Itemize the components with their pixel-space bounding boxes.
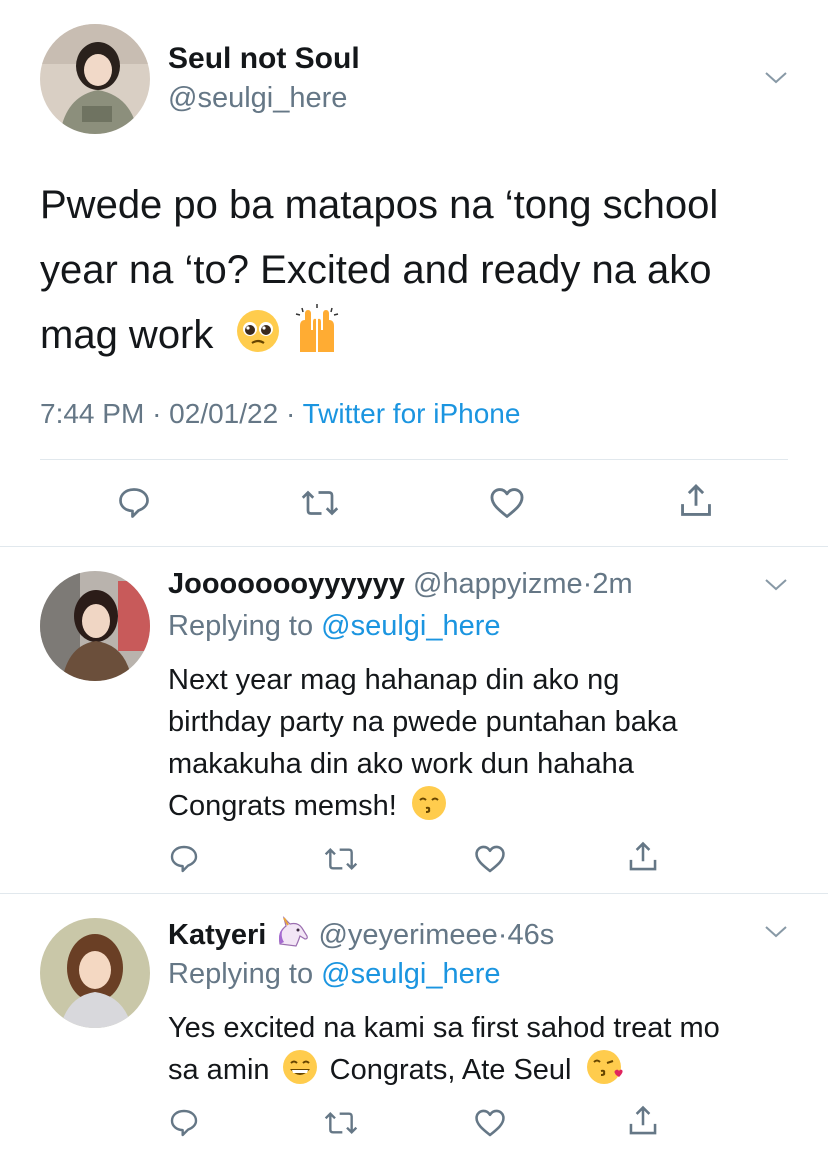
retweet-icon[interactable] [323, 843, 359, 875]
reply-age[interactable]: 2m [592, 568, 632, 600]
divider [40, 459, 788, 460]
like-heart-icon[interactable] [488, 484, 526, 522]
tweet-text-line: year na ‘to? Excited and ready na ako [40, 248, 712, 292]
reply-author-name[interactable]: Katyeri [168, 919, 266, 951]
pleading-face-emoji [235, 308, 281, 374]
replying-to-handle[interactable]: @seulgi_here [321, 958, 500, 990]
replying-to: Replying to @seulgi_here [168, 958, 501, 991]
tweet-text-line: mag work [40, 303, 810, 374]
unicorn-emoji [274, 916, 310, 956]
reply-text-line: Yes excited na kami sa first sahod treat… [168, 1012, 720, 1044]
avatar-yeyerimeee[interactable] [40, 918, 150, 1028]
author-handle[interactable]: @seulgi_here [168, 82, 347, 115]
like-heart-icon[interactable] [473, 1106, 507, 1140]
tweet-source-link[interactable]: Twitter for iPhone [303, 398, 521, 429]
divider [0, 893, 828, 894]
raising-hands-emoji [292, 304, 342, 374]
grinning-face-emoji [282, 1049, 318, 1097]
meta-separator: · [152, 398, 162, 429]
reply-icon[interactable] [168, 843, 200, 875]
reply-text: Next year mag hahanap din ako ng birthda… [168, 659, 808, 833]
chevron-down-icon[interactable] [764, 920, 788, 944]
reply-author-handle[interactable]: @happyizme [413, 568, 583, 600]
tweet-time[interactable]: 7:44 PM [40, 398, 144, 429]
reply-text-line: Next year mag hahanap din ako ng [168, 664, 620, 696]
avatar-seulgi[interactable] [40, 24, 150, 134]
replying-to-handle[interactable]: @seulgi_here [321, 610, 500, 642]
tweet-text-line: Pwede po ba matapos na ‘tong school [40, 183, 719, 227]
reply-header: Katyeri @yeyerimeee·46s [168, 916, 554, 956]
reply-header: Joooooooyyyyyy @happyizme·2m [168, 568, 633, 601]
tweet-text: Pwede po ba matapos na ‘tong school year… [40, 173, 810, 374]
share-icon[interactable] [626, 840, 660, 874]
replying-to: Replying to @seulgi_here [168, 610, 501, 643]
like-heart-icon[interactable] [473, 842, 507, 876]
chevron-down-icon[interactable] [764, 66, 788, 90]
reply-author-handle[interactable]: @yeyerimeee [318, 919, 497, 951]
reply-icon[interactable] [168, 1107, 200, 1139]
reply-text-line: sa amin Congrats, Ate Seul [168, 1049, 808, 1097]
avatar-happyizme[interactable] [40, 571, 150, 681]
retweet-icon[interactable] [323, 1107, 359, 1139]
replying-to-label: Replying to [168, 610, 314, 642]
reply-author-name[interactable]: Joooooooyyyyyy [168, 568, 405, 600]
tweet-date[interactable]: 02/01/22 [169, 398, 278, 429]
reply-text-line: makakuha din ako work dun hahaha [168, 748, 634, 780]
reply-age[interactable]: 46s [507, 919, 554, 951]
face-blowing-kiss-emoji [586, 1049, 624, 1097]
author-name[interactable]: Seul not Soul [168, 42, 360, 76]
reply-text-line: birthday party na pwede puntahan baka [168, 706, 678, 738]
reply-text: Yes excited na kami sa first sahod treat… [168, 1007, 808, 1097]
share-icon[interactable] [677, 482, 715, 520]
meta-separator: · [285, 398, 296, 429]
replying-to-label: Replying to [168, 958, 314, 990]
retweet-icon[interactable] [300, 485, 340, 521]
divider [0, 546, 828, 547]
kissing-face-emoji [411, 785, 447, 833]
share-icon[interactable] [626, 1104, 660, 1138]
chevron-down-icon[interactable] [764, 573, 788, 597]
meta-separator: · [582, 568, 593, 600]
reply-text-line: Congrats memsh! [168, 785, 808, 833]
reply-icon[interactable] [116, 485, 152, 521]
tweet-meta: 7:44 PM · 02/01/22 · Twitter for iPhone [40, 398, 520, 430]
